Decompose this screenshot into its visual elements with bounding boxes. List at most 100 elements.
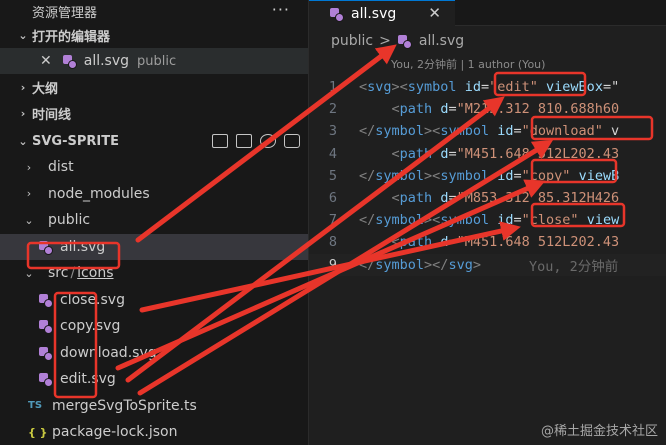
chevron-down-icon: ⌄ bbox=[18, 28, 28, 42]
code-line[interactable]: 7 </symbol >< symbol id = "close" view bbox=[309, 209, 666, 231]
code-token: id bbox=[497, 123, 514, 140]
code-token: = bbox=[513, 212, 522, 229]
code-token: viewBox bbox=[546, 79, 603, 96]
editor-area: all.svg ✕ public > all.svg You, 2分钟前 | 1… bbox=[309, 0, 666, 445]
code-line[interactable]: 5 </symbol >< symbol id = "copy" viewB bbox=[309, 165, 666, 187]
code-token: = bbox=[448, 101, 457, 118]
tree-item-edit-svg[interactable]: edit.svg bbox=[0, 366, 308, 393]
typescript-file-icon: TS bbox=[28, 400, 43, 412]
code-token: id bbox=[464, 79, 481, 96]
tree-item-label: public bbox=[48, 212, 91, 229]
code-token: = bbox=[448, 234, 457, 251]
code-token: "download" bbox=[521, 123, 603, 140]
section-title: 时间线 bbox=[32, 107, 72, 123]
line-number: 2 bbox=[328, 101, 337, 118]
tree-item-all-svg[interactable]: all.svg bbox=[0, 233, 308, 260]
breadcrumb-folder[interactable]: public bbox=[331, 33, 373, 49]
code-token: = bbox=[448, 145, 457, 162]
tree-item-dist[interactable]: › dist bbox=[0, 154, 308, 181]
tree-item-copy-svg[interactable]: copy.svg bbox=[0, 313, 308, 340]
code-line[interactable]: 4 < path d = "M451.648 512L202.43 bbox=[309, 143, 666, 165]
open-editor-name: all.svg bbox=[83, 53, 130, 69]
tree-item-label: close.svg bbox=[60, 291, 125, 308]
tree-item-node-modules[interactable]: › node_modules bbox=[0, 181, 308, 208]
code-token: viewB bbox=[578, 167, 620, 184]
code-token: d bbox=[440, 145, 449, 162]
tree-item-mergesvgtosprite-ts[interactable]: TS mergeSvgToSprite.ts bbox=[0, 393, 308, 420]
tab-label: all.svg bbox=[351, 5, 397, 22]
inline-blame: You, 2分钟前 bbox=[528, 258, 619, 275]
line-number: 9 bbox=[328, 256, 337, 273]
chevron-right-icon: › bbox=[26, 187, 32, 201]
code-token: </ bbox=[359, 212, 376, 229]
code-line[interactable]: 6 < path d = "M853.312 85.312H426 bbox=[309, 187, 666, 209]
code-token: symbol bbox=[375, 167, 425, 184]
tree-item-close-svg[interactable]: close.svg bbox=[0, 287, 308, 314]
svg-file-icon bbox=[62, 54, 77, 69]
chevron-right-icon: › bbox=[20, 106, 26, 120]
tree-item-package-lock-json[interactable]: { } package-lock.json bbox=[0, 419, 308, 445]
section-timeline[interactable]: › 时间线 bbox=[0, 100, 308, 126]
code-token: </ bbox=[359, 167, 376, 184]
open-editor-item[interactable]: ✕ all.svg public bbox=[0, 48, 308, 74]
code-token: >< bbox=[424, 123, 441, 140]
code-token: < bbox=[359, 79, 368, 96]
watermark: @稀土掘金技术社区 bbox=[540, 424, 658, 439]
more-actions-icon[interactable]: ··· bbox=[272, 0, 290, 19]
close-icon[interactable]: ✕ bbox=[40, 53, 52, 69]
code-token: svg bbox=[367, 79, 392, 96]
new-folder-icon[interactable] bbox=[236, 134, 252, 148]
code-token: = bbox=[480, 79, 490, 96]
explorer-title: 资源管理器 bbox=[32, 5, 98, 21]
refresh-icon[interactable] bbox=[260, 134, 276, 148]
svg-file-icon bbox=[38, 293, 53, 308]
breadcrumb-file[interactable]: all.svg bbox=[419, 33, 464, 49]
section-outline[interactable]: › 大纲 bbox=[0, 74, 308, 100]
collapse-all-icon[interactable] bbox=[284, 134, 300, 148]
line-number: 7 bbox=[328, 212, 337, 229]
code-token: </ bbox=[359, 123, 376, 140]
codelens-blame[interactable]: You, 2分钟前 | 1 author (You) bbox=[309, 56, 666, 72]
code-token: "close" bbox=[521, 212, 579, 229]
new-file-icon[interactable] bbox=[212, 134, 228, 148]
code-line[interactable]: 1 < svg >< symbol id = "edit" viewBox =" bbox=[309, 76, 666, 98]
line-number: 1 bbox=[328, 79, 337, 96]
code-token: < bbox=[391, 234, 400, 251]
code-line[interactable]: 8 < path d = "M451.648 512L202.43 bbox=[309, 231, 666, 253]
tree-item-src[interactable]: ⌄ src / icons bbox=[0, 260, 308, 287]
line-number: 8 bbox=[328, 234, 337, 251]
code-line[interactable]: 2 < path d = "M213.312 810.688h60 bbox=[309, 98, 666, 120]
code-token: path bbox=[399, 101, 433, 118]
code-line[interactable]: 3 </symbol >< symbol id = "download" v bbox=[309, 120, 666, 142]
code-line[interactable]: 9 </symbol ></svg > You, 2分钟前 bbox=[309, 253, 666, 276]
code-token: "M213.312 810.688h60 bbox=[456, 101, 620, 118]
code-token: svg bbox=[448, 256, 473, 273]
svg-file-icon bbox=[38, 346, 53, 361]
chevron-down-icon: ⌄ bbox=[24, 266, 34, 280]
code-token: symbol bbox=[407, 79, 457, 96]
chevron-down-icon: ⌄ bbox=[24, 213, 34, 227]
section-project[interactable]: ⌄ SVG-SPRITE bbox=[0, 128, 308, 154]
code-token: path bbox=[399, 145, 433, 162]
code-token: >< bbox=[391, 79, 408, 96]
code-token: path bbox=[399, 190, 433, 207]
tree-item-label: node_modules bbox=[48, 185, 150, 202]
code-token: d bbox=[440, 101, 449, 118]
tree-item-label: all.svg bbox=[60, 238, 106, 255]
section-open-editors[interactable]: ⌄ 打开的编辑器 bbox=[0, 22, 308, 48]
svg-file-icon bbox=[38, 240, 53, 255]
code-token: id bbox=[497, 167, 514, 184]
code-view[interactable]: 1 < svg >< symbol id = "edit" viewBox =" 2 < path… bbox=[309, 76, 666, 276]
svg-file-icon bbox=[329, 7, 344, 22]
tree-item-public[interactable]: ⌄ public bbox=[0, 207, 308, 234]
tree-item-download-svg[interactable]: download.svg bbox=[0, 340, 308, 367]
tree-item-label: package-lock.json bbox=[52, 424, 178, 441]
code-token: "edit" bbox=[489, 79, 538, 96]
close-icon[interactable]: ✕ bbox=[428, 4, 441, 22]
tab-all-svg[interactable]: all.svg ✕ bbox=[309, 0, 455, 26]
